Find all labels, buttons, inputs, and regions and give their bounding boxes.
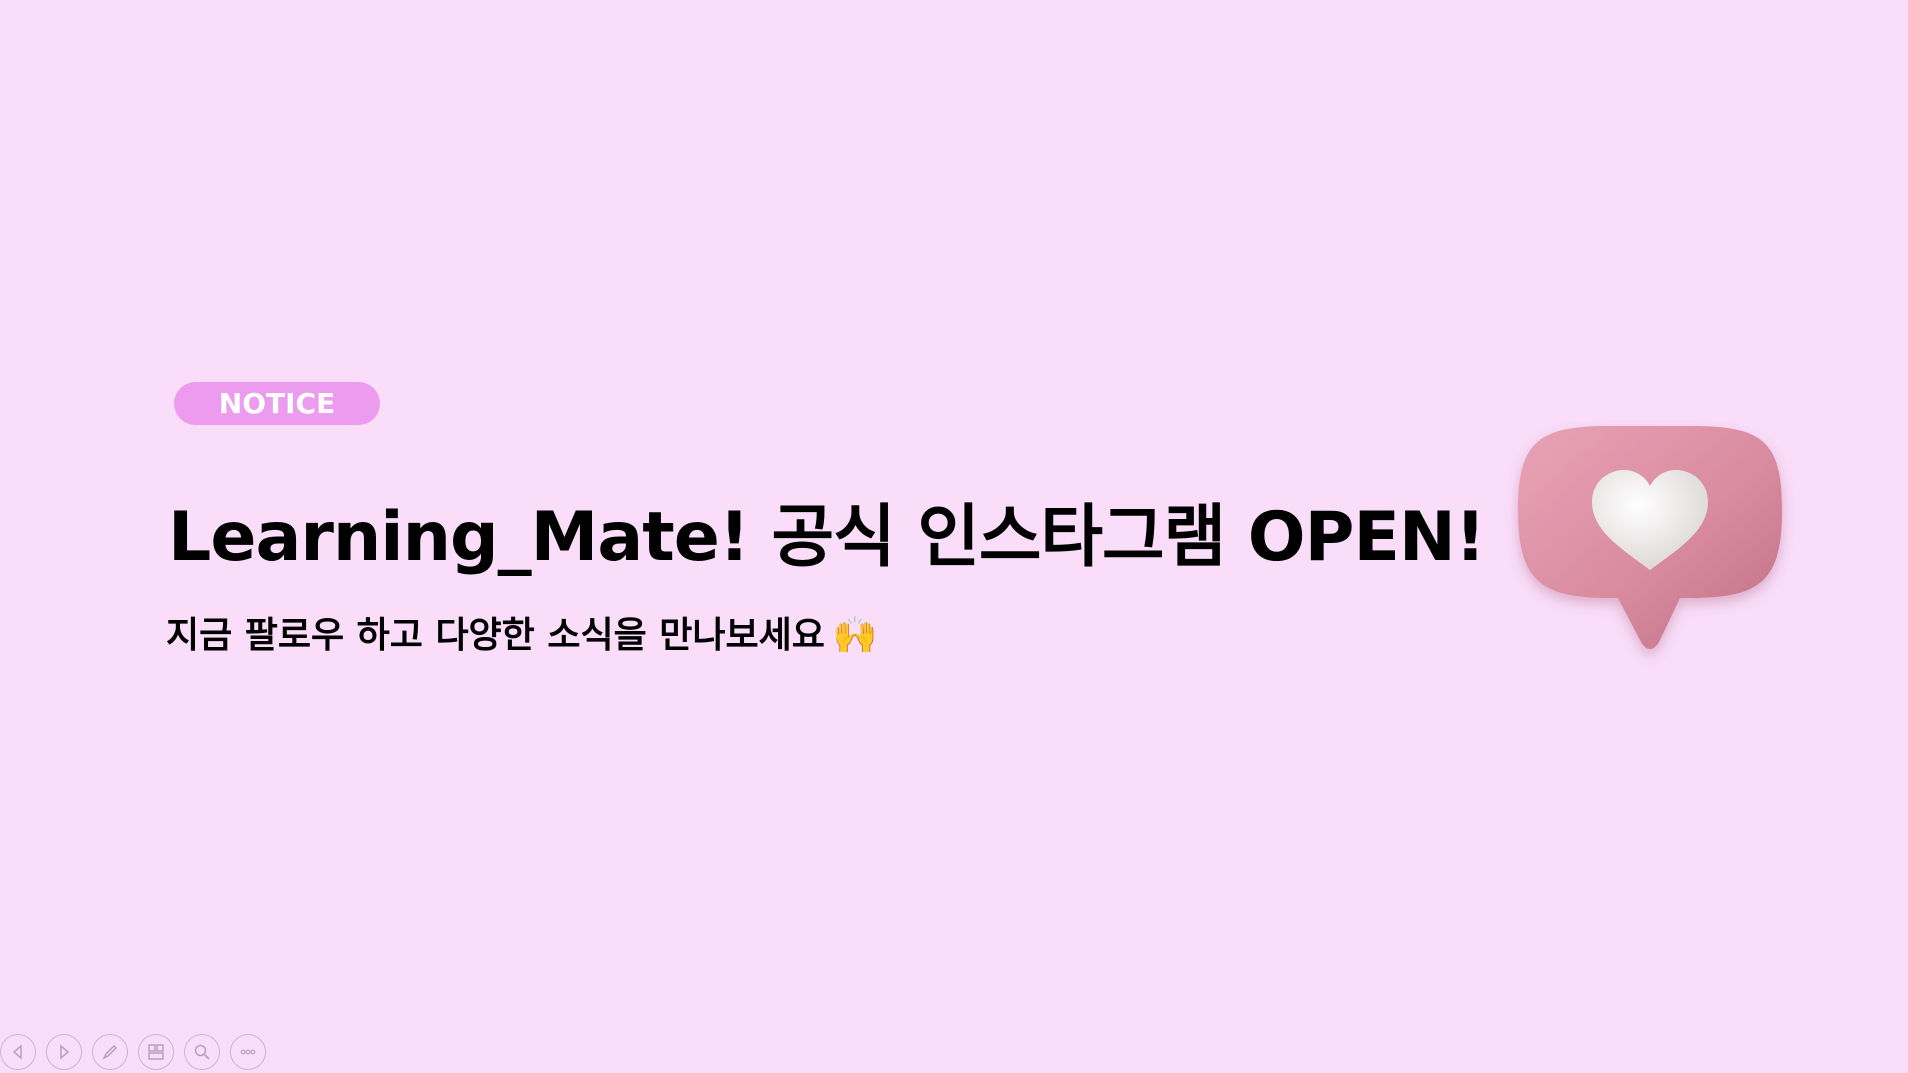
subline-container: 지금 팔로우 하고 다양한 소식을 만나보세요 🙌 [166,610,878,662]
pen-button[interactable] [92,1034,128,1070]
heart-speech-bubble-icon [1500,420,1800,700]
notice-badge: NOTICE [174,382,380,425]
zoom-icon [194,1044,210,1060]
slide-overview-button[interactable] [138,1034,174,1070]
more-options-button[interactable] [230,1034,266,1070]
next-slide-icon [60,1044,70,1060]
slide-overview-icon [148,1044,164,1060]
raised-hands-emoji: 🙌 [832,615,878,656]
pen-icon [102,1044,118,1060]
next-slide-button[interactable] [46,1034,82,1070]
presentation-toolbar [0,1034,266,1072]
previous-slide-button[interactable] [0,1034,36,1070]
more-options-icon [240,1049,256,1055]
subline-text: 지금 팔로우 하고 다양한 소식을 만나보세요 [166,615,825,656]
slide: NOTICE Learning_Mate! 공식 인스타그램 OPEN! 지금 … [0,0,1908,1073]
zoom-button[interactable] [184,1034,220,1070]
previous-slide-icon [12,1044,22,1060]
headline: Learning_Mate! 공식 인스타그램 OPEN! [168,498,1486,577]
